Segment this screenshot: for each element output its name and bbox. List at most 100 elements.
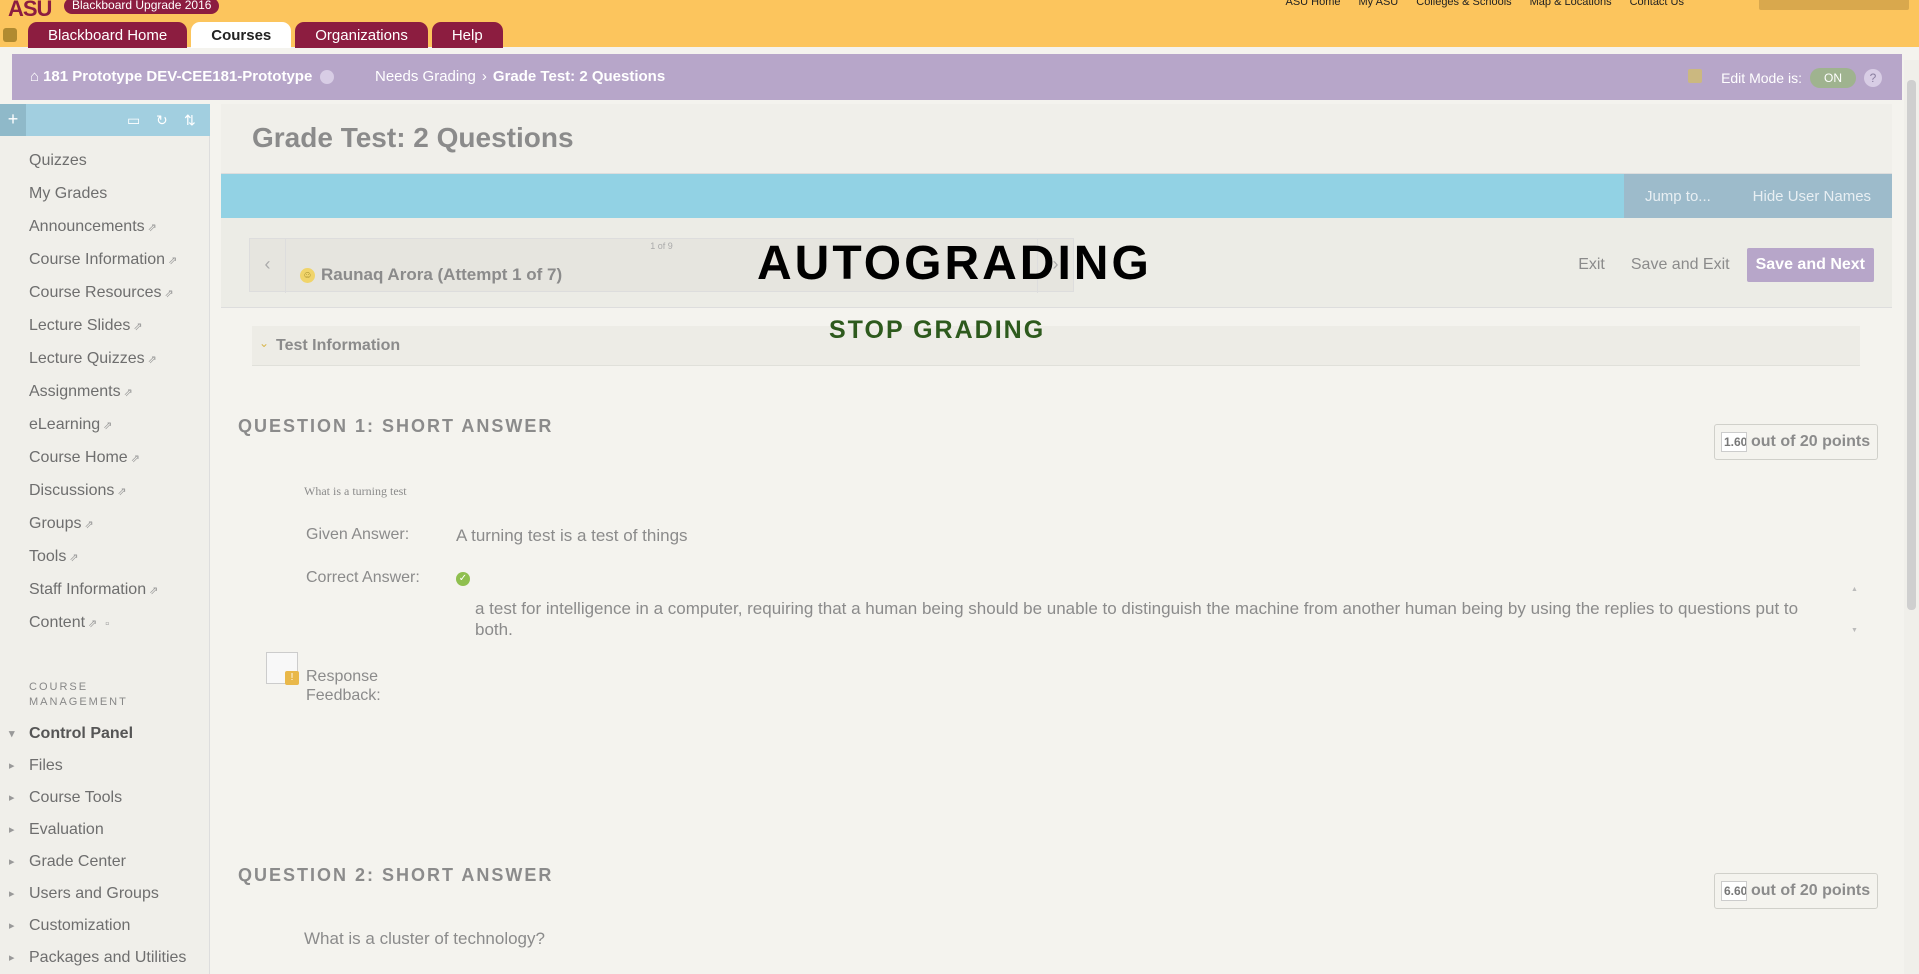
question-1-text: What is a turning test <box>304 484 407 498</box>
question-2-points-label: out of 20 points <box>1751 882 1871 899</box>
course-menu-list: Quizzes My Grades Announcements ⇗ Course … <box>0 144 210 639</box>
refresh-icon[interactable]: ↻ <box>156 112 168 129</box>
save-and-exit-button[interactable]: Save and Exit <box>1622 248 1739 282</box>
menu-item-announcements[interactable]: Announcements ⇗ <box>0 210 210 243</box>
given-answer-value: A turning test is a test of things <box>456 526 688 545</box>
question-1-score-input[interactable]: 1.60 <box>1721 432 1747 452</box>
top-link-map[interactable]: Map & Locations <box>1530 0 1612 8</box>
external-link-icon: ⇗ <box>88 618 98 630</box>
given-answer-label: Given Answer: <box>306 526 410 543</box>
menu-item-my-grades[interactable]: My Grades <box>0 177 210 210</box>
menu-item-course-resources[interactable]: Course Resources ⇗ <box>0 276 210 309</box>
dice-icon[interactable] <box>1688 69 1702 83</box>
top-link-colleges[interactable]: Colleges & Schools <box>1416 0 1511 8</box>
external-link-icon: ⇗ <box>123 387 133 399</box>
menu-item-course-information[interactable]: Course Information ⇗ <box>0 243 210 276</box>
menu-item-discussions[interactable]: Discussions ⇗ <box>0 474 210 507</box>
hidden-page-icon: ▫ <box>105 618 110 630</box>
question-2-text: What is a cluster of technology? <box>304 929 545 948</box>
sort-icon[interactable]: ⇅ <box>184 112 196 129</box>
course-name: 181 Prototype DEV-CEE181-Prototype <box>43 68 313 85</box>
cm-item-course-tools[interactable]: Course Tools <box>0 782 210 814</box>
external-link-icon: ⇗ <box>133 321 143 333</box>
top-link-my-asu[interactable]: My ASU <box>1359 0 1399 8</box>
correct-answer-value: a test for intelligence in a computer, r… <box>475 599 1799 639</box>
breadcrumb-needs-grading[interactable]: Needs Grading <box>375 68 476 85</box>
asu-logo[interactable]: ASU <box>8 0 52 22</box>
page-header: Grade Test: 2 Questions <box>221 104 1892 174</box>
cm-item-evaluation[interactable]: Evaluation <box>0 814 210 846</box>
external-link-icon: ⇗ <box>103 420 113 432</box>
hide-user-names-button[interactable]: Hide User Names <box>1753 188 1871 205</box>
question-1-points-label: out of 20 points <box>1751 433 1871 450</box>
response-feedback-label: Response Feedback: <box>306 668 381 704</box>
autograding-overlay-title: AUTOGRADING <box>757 237 1152 290</box>
question-2-score-input[interactable]: 6.60 <box>1721 881 1747 901</box>
menu-item-assignments[interactable]: Assignments ⇗ <box>0 375 210 408</box>
question-2-heading: QUESTION 2: SHORT ANSWER <box>238 865 554 885</box>
external-link-icon: ⇗ <box>130 453 140 465</box>
top-link-asu-home[interactable]: ASU Home <box>1285 0 1340 8</box>
tab-organizations[interactable]: Organizations <box>295 22 428 48</box>
add-menu-item-button[interactable]: + <box>0 104 26 136</box>
main-content: Grade Test: 2 Questions Jump to... Hide … <box>221 104 1892 974</box>
save-and-next-button[interactable]: Save and Next <box>1746 248 1874 282</box>
course-management-list: Control Panel Files Course Tools Evaluat… <box>0 718 210 974</box>
stop-grading-button[interactable]: STOP GRADING <box>829 316 1045 345</box>
menu-item-quizzes[interactable]: Quizzes <box>0 144 210 177</box>
edit-mode: Edit Mode is: ON ? <box>1721 68 1882 88</box>
breadcrumb-separator: › <box>481 68 487 85</box>
edit-mode-toggle[interactable]: ON <box>1810 68 1856 88</box>
jump-to-menu[interactable]: Jump to... <box>1645 188 1711 205</box>
external-link-icon: ⇗ <box>164 288 174 300</box>
menu-item-course-home[interactable]: Course Home ⇗ <box>0 441 210 474</box>
grading-toolbar: Jump to... Hide User Names <box>221 174 1892 218</box>
cm-item-packages-utilities[interactable]: Packages and Utilities <box>0 942 210 974</box>
top-bar: ASU Blackboard Upgrade 2016 ASU Home My … <box>0 0 1919 48</box>
user-menu[interactable] <box>1759 0 1909 10</box>
test-information-label: Test Information <box>276 337 401 354</box>
external-link-icon: ⇗ <box>84 519 94 531</box>
tab-blackboard-home[interactable]: Blackboard Home <box>28 22 188 48</box>
course-title[interactable]: ⌂ 181 Prototype DEV-CEE181-Prototype <box>30 68 335 85</box>
pin-icon[interactable] <box>3 28 17 42</box>
menu-item-staff-information[interactable]: Staff Information ⇗ <box>0 573 210 606</box>
top-link-contact[interactable]: Contact Us <box>1630 0 1684 8</box>
question-2-score: 6.60 out of 20 points <box>1714 873 1878 909</box>
home-icon: ⌂ <box>30 68 40 85</box>
feedback-icon[interactable]: ! <box>266 652 299 685</box>
menu-item-lecture-quizzes[interactable]: Lecture Quizzes ⇗ <box>0 342 210 375</box>
course-management-heading: COURSE MANAGEMENT <box>29 681 128 708</box>
cm-item-grade-center[interactable]: Grade Center <box>0 846 210 878</box>
correct-answer-label: Correct Answer: <box>306 569 420 586</box>
menu-item-content[interactable]: Content ⇗ ▫ <box>0 606 210 639</box>
menu-item-elearning[interactable]: eLearning ⇗ <box>0 408 210 441</box>
test-information-toggle[interactable]: ⌄ Test Information <box>252 326 1860 366</box>
menu-toolbar: + ▭ ↻ ⇅ <box>0 104 210 136</box>
cm-item-users-and-groups[interactable]: Users and Groups <box>0 878 210 910</box>
page-scrollbar[interactable] <box>1904 60 1919 974</box>
tab-courses[interactable]: Courses <box>191 22 292 48</box>
cm-item-files[interactable]: Files <box>0 750 210 782</box>
upgrade-badge: Blackboard Upgrade 2016 <box>64 0 220 14</box>
cm-item-customization[interactable]: Customization <box>0 910 210 942</box>
menu-item-tools[interactable]: Tools ⇗ <box>0 540 210 573</box>
answer-scrollbar[interactable] <box>1851 586 1861 634</box>
course-menu-icon[interactable] <box>320 69 335 84</box>
main-tabs: Blackboard Home Courses Organizations He… <box>28 22 503 48</box>
folder-icon[interactable]: ▭ <box>127 112 140 129</box>
question-1-heading: QUESTION 1: SHORT ANSWER <box>238 416 554 436</box>
external-link-icon: ⇗ <box>69 552 79 564</box>
course-bar: ⌂ 181 Prototype DEV-CEE181-Prototype Nee… <box>12 54 1902 100</box>
scrollbar-thumb[interactable] <box>1907 80 1916 610</box>
menu-item-groups[interactable]: Groups ⇗ <box>0 507 210 540</box>
student-attempt[interactable]: ☺ Raunaq Arora (Attempt 1 of 7) <box>300 265 562 285</box>
menu-item-lecture-slides[interactable]: Lecture Slides ⇗ <box>0 309 210 342</box>
toolbar-actions: Jump to... Hide User Names <box>1624 174 1892 218</box>
chevron-down-icon: ⌄ <box>259 336 270 350</box>
help-icon[interactable]: ? <box>1864 69 1882 87</box>
cm-item-control-panel[interactable]: Control Panel <box>0 718 210 750</box>
exit-button[interactable]: Exit <box>1569 248 1614 282</box>
student-status-icon: ☺ <box>300 267 315 283</box>
tab-help[interactable]: Help <box>431 22 503 48</box>
